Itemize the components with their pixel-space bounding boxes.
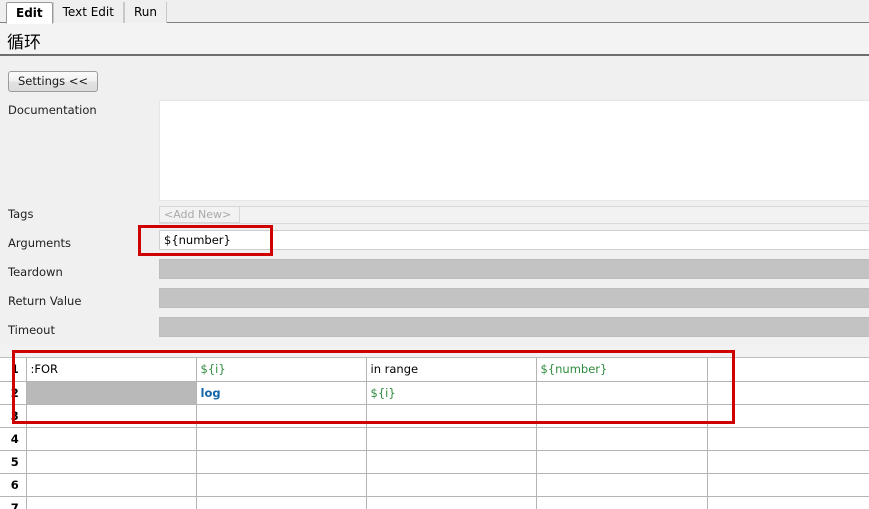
grid-row[interactable]: 3 (0, 404, 869, 428)
grid-cell[interactable] (26, 473, 197, 497)
grid-cell[interactable] (707, 496, 869, 509)
grid-table: 1:FOR ${i} in range ${number} 2 log ${i} 3 4 5 6 7 (0, 358, 869, 509)
settings-toggle-button[interactable]: Settings << (8, 71, 99, 92)
grid-cell[interactable] (196, 427, 367, 451)
grid-cell[interactable] (707, 404, 869, 428)
grid-cell[interactable] (536, 496, 708, 509)
grid-cell[interactable]: :FOR (26, 358, 197, 382)
grid-cell[interactable]: ${i} (366, 381, 537, 405)
tags-row (159, 206, 869, 224)
grid-cell[interactable]: ${number} (536, 358, 708, 382)
grid-row[interactable]: 2 log ${i} (0, 381, 869, 405)
grid-cell[interactable] (366, 427, 537, 451)
grid-cell[interactable] (196, 473, 367, 497)
grid-row-header[interactable]: 1 (0, 358, 27, 382)
page-title: 循环 (7, 33, 41, 53)
grid-row[interactable]: 4 (0, 427, 869, 451)
return-value-field[interactable] (159, 288, 869, 308)
grid-cell[interactable] (26, 381, 197, 405)
grid-cell[interactable] (707, 473, 869, 497)
arguments-field[interactable]: ${number} (159, 230, 869, 250)
grid-cell[interactable] (26, 404, 197, 428)
grid-row[interactable]: 7 (0, 496, 869, 509)
tab-edit[interactable]: Edit (6, 2, 53, 24)
test-step-grid[interactable]: 1:FOR ${i} in range ${number} 2 log ${i} 3 4 5 6 7 (0, 345, 869, 509)
timeout-field[interactable] (159, 317, 869, 337)
editor-tabbar: Edit Text Edit Run (0, 0, 869, 24)
return-value-label: Return Value (8, 294, 82, 308)
grid-cell[interactable] (536, 381, 708, 405)
tabstrip: Edit Text Edit Run (6, 0, 173, 24)
grid-row-header[interactable]: 2 (0, 381, 27, 405)
grid-cell[interactable] (366, 473, 537, 497)
tags-label: Tags (8, 207, 34, 221)
grid-cell[interactable] (366, 404, 537, 428)
grid-cell[interactable] (26, 496, 197, 509)
grid-row-header[interactable]: 3 (0, 404, 27, 428)
grid-row-header[interactable]: 6 (0, 473, 27, 497)
grid-top-edge (0, 345, 869, 358)
grid-cell[interactable] (536, 404, 708, 428)
grid-cell[interactable]: log (196, 381, 367, 405)
grid-cell[interactable] (707, 381, 869, 405)
grid-cell[interactable]: ${i} (196, 358, 367, 382)
grid-row[interactable]: 1:FOR ${i} in range ${number} (0, 358, 869, 382)
grid-cell[interactable] (366, 496, 537, 509)
grid-row-header[interactable]: 5 (0, 450, 27, 474)
grid-row[interactable]: 5 (0, 450, 869, 474)
grid-row-header[interactable]: 7 (0, 496, 27, 509)
grid-cell[interactable] (536, 427, 708, 451)
teardown-field[interactable] (159, 259, 869, 279)
tags-add-new-button[interactable]: <Add New> (159, 206, 240, 223)
grid-cell[interactable] (366, 450, 537, 474)
grid-row-header[interactable]: 4 (0, 427, 27, 451)
grid-cell[interactable] (707, 450, 869, 474)
tab-run[interactable]: Run (123, 2, 167, 23)
grid-cell[interactable] (196, 404, 367, 428)
grid-cell[interactable] (196, 496, 367, 509)
settings-form: Documentation Tags <Add New> Arguments $… (0, 96, 869, 345)
teardown-label: Teardown (8, 265, 63, 279)
grid-cell[interactable] (26, 450, 197, 474)
tab-text-edit[interactable]: Text Edit (52, 2, 124, 23)
arguments-label: Arguments (8, 236, 72, 250)
grid-cell[interactable] (707, 427, 869, 451)
ride-keyword-editor: Edit Text Edit Run 循环 Settings << Docume… (0, 0, 869, 509)
grid-row[interactable]: 6 (0, 473, 869, 497)
grid-cell[interactable] (536, 473, 708, 497)
settings-toolbar (0, 58, 869, 140)
documentation-field[interactable] (159, 100, 869, 201)
keyword-title-bar: 循环 (0, 23, 869, 56)
documentation-label: Documentation (8, 103, 97, 117)
grid-cell[interactable]: in range (366, 358, 537, 382)
timeout-label: Timeout (8, 323, 55, 337)
grid-cell[interactable] (26, 427, 197, 451)
grid-cell[interactable] (707, 358, 869, 382)
grid-cell[interactable] (196, 450, 367, 474)
grid-cell[interactable] (536, 450, 708, 474)
